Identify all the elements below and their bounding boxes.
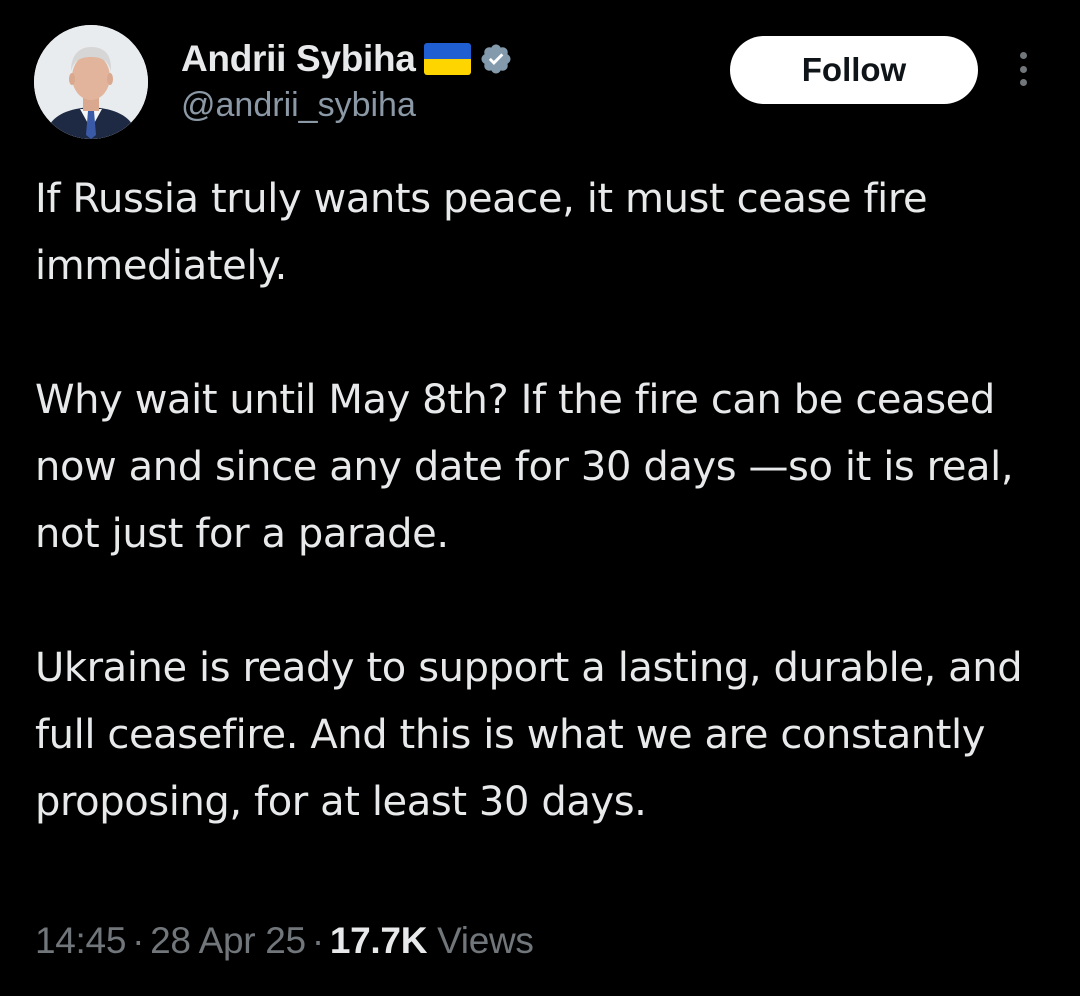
more-dot <box>1019 79 1027 86</box>
more-dot <box>1019 65 1027 73</box>
author-display-name[interactable]: Andrii Sybiha <box>181 38 416 80</box>
ukraine-flag-icon <box>423 43 471 75</box>
views-count[interactable]: 17.7K <box>330 920 428 961</box>
follow-button[interactable]: Follow <box>730 36 978 104</box>
more-options-icon[interactable] <box>1006 48 1040 90</box>
author-avatar[interactable] <box>34 25 148 139</box>
profile-photo <box>34 25 148 139</box>
tweet-card: Andrii Sybiha @andrii_sybiha Follow If R… <box>0 0 1080 996</box>
tweet-text: If Russia truly wants peace, it must cea… <box>35 166 1065 836</box>
author-name-row: Andrii Sybiha <box>181 34 513 84</box>
tweet-paragraph: Why wait until May 8th? If the fire can … <box>35 377 1014 557</box>
author-handle[interactable]: @andrii_sybiha <box>181 86 416 125</box>
meta-separator: · <box>132 920 145 961</box>
verified-badge-icon[interactable] <box>479 42 513 76</box>
tweet-meta: 14:45 · 28 Apr 25 · 17.7K Views <box>35 920 534 962</box>
more-dot <box>1019 52 1027 59</box>
views-label: Views <box>437 920 534 961</box>
tweet-date[interactable]: 28 Apr 25 <box>150 920 306 961</box>
tweet-paragraph: If Russia truly wants peace, it must cea… <box>35 176 928 289</box>
tweet-paragraph: Ukraine is ready to support a lasting, d… <box>35 645 1023 825</box>
tweet-time[interactable]: 14:45 <box>35 920 126 961</box>
meta-separator: · <box>311 920 324 961</box>
